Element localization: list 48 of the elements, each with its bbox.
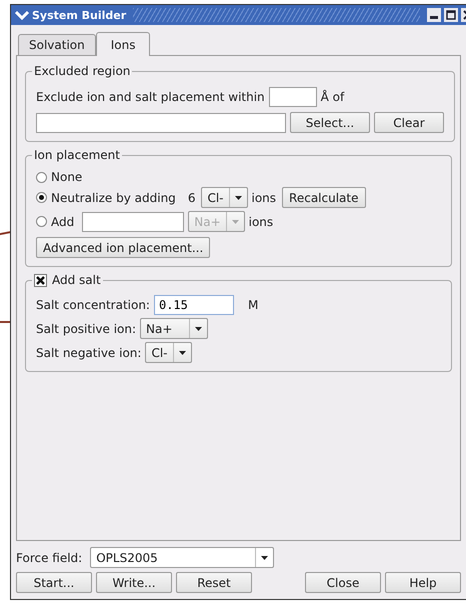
unit-label: M <box>248 298 258 312</box>
field-label: Force field: <box>16 550 82 564</box>
unit-label: ions <box>248 214 274 228</box>
radio-button[interactable] <box>36 216 47 227</box>
recalculate-button[interactable]: Recalculate <box>282 187 366 208</box>
ion-dropdown[interactable]: Cl- <box>201 187 248 208</box>
selection-field[interactable] <box>36 112 286 132</box>
radio-button[interactable] <box>36 172 47 182</box>
checkbox-label[interactable]: Add salt <box>52 273 101 287</box>
ion-dropdown[interactable]: Na+ <box>140 318 208 339</box>
footer-button[interactable]: Write... <box>96 572 172 593</box>
maximize-icon[interactable] <box>444 8 458 22</box>
select-button[interactable]: Select... <box>290 112 370 133</box>
footer-button[interactable]: Reset <box>176 572 252 593</box>
footer-button[interactable]: Help <box>385 572 461 593</box>
clear-button[interactable]: Clear <box>374 112 444 133</box>
caret-icon <box>234 196 242 200</box>
ion-dropdown[interactable]: Cl- <box>145 342 192 363</box>
group-title: Excluded region <box>33 64 132 78</box>
caret-icon <box>178 350 186 354</box>
unit-label: Å of <box>320 90 344 104</box>
footer-button[interactable]: Close <box>305 572 381 593</box>
advanced-button[interactable]: Advanced ion placement... <box>36 237 210 258</box>
tab[interactable]: Solvation <box>18 34 96 55</box>
concentration-field[interactable]: 0.15 <box>154 295 234 315</box>
chevron-icon[interactable] <box>15 10 29 20</box>
force-field-dropdown[interactable]: OPLS2005 <box>90 547 274 568</box>
field-label: Salt concentration: <box>36 298 150 312</box>
caret-icon <box>195 326 202 330</box>
distance-field[interactable] <box>268 87 317 107</box>
unit-label: ions <box>252 190 276 204</box>
group-title: Ion placement <box>33 148 121 162</box>
tab[interactable]: Ions <box>96 32 150 56</box>
radio-label[interactable]: Add <box>51 214 74 228</box>
ion-count: 6 <box>188 190 196 204</box>
field-label: Salt positive ion: <box>36 322 136 336</box>
radio-label[interactable]: None <box>51 170 82 184</box>
ion-count-field[interactable] <box>82 212 184 232</box>
caret-icon <box>232 220 239 224</box>
minimize-icon[interactable] <box>427 8 441 22</box>
footer-button[interactable]: Start... <box>16 572 92 593</box>
window-title: System Builder <box>32 8 126 22</box>
checkbox[interactable] <box>34 274 47 286</box>
caret-icon <box>261 556 268 560</box>
field-label: Salt negative ion: <box>36 346 142 360</box>
field-label: Exclude ion and salt placement within <box>36 90 265 104</box>
radio-button[interactable] <box>36 192 47 203</box>
radio-label[interactable]: Neutralize by adding <box>51 190 176 204</box>
